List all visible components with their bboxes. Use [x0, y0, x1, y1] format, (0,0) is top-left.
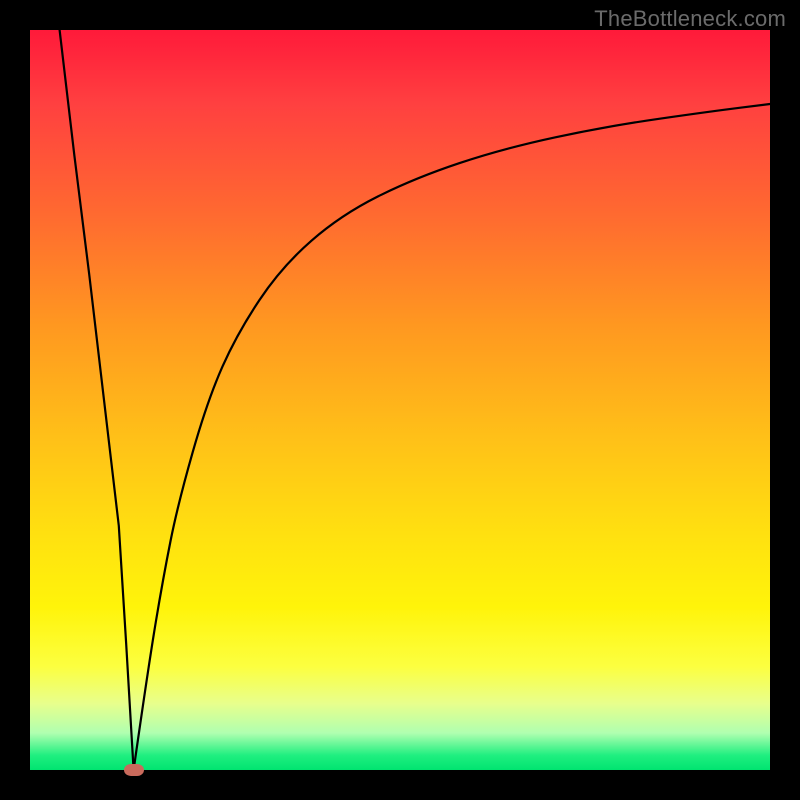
chart-container: TheBottleneck.com — [0, 0, 800, 800]
plot-area — [30, 30, 770, 770]
curve-left-branch — [60, 30, 134, 770]
bottleneck-curve — [30, 30, 770, 770]
watermark-text: TheBottleneck.com — [594, 6, 786, 32]
minimum-marker — [124, 764, 144, 776]
curve-right-branch — [134, 104, 770, 770]
